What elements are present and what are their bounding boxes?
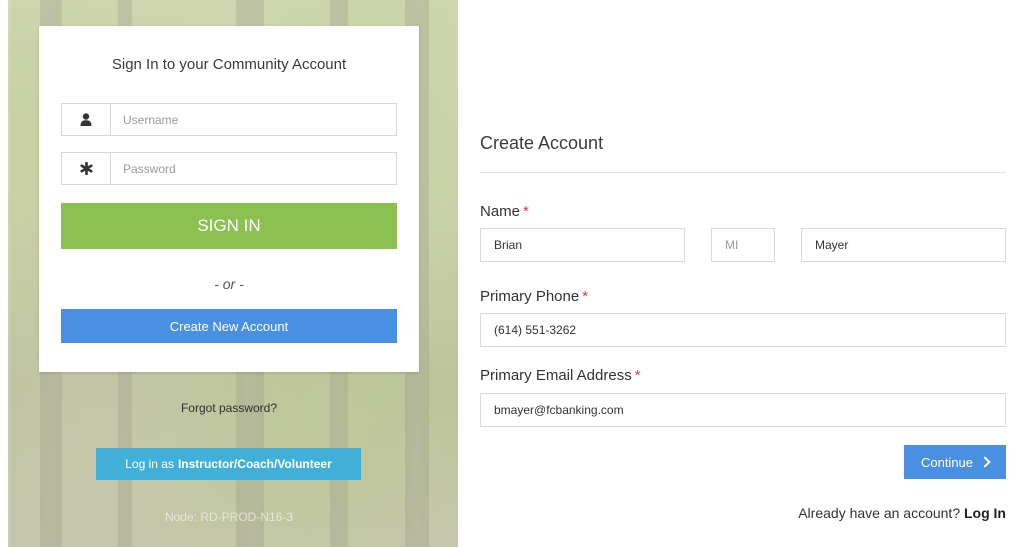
login-link[interactable]: Log In	[964, 505, 1006, 521]
phone-label-text: Primary Phone	[480, 288, 580, 305]
username-group	[61, 103, 397, 136]
username-input[interactable]	[111, 104, 396, 135]
left-edge-strip	[0, 0, 8, 547]
required-marker: *	[582, 288, 589, 305]
create-account-title: Create Account	[480, 133, 604, 153]
continue-button[interactable]: Continue	[904, 445, 1006, 479]
forgot-password-link[interactable]: Forgot password?	[39, 401, 419, 415]
instructor-login-role: Instructor/Coach/Volunteer	[177, 457, 332, 471]
required-marker: *	[634, 367, 641, 384]
signin-title: Sign In to your Community Account	[111, 56, 347, 73]
primary-phone-input[interactable]	[480, 313, 1006, 347]
node-label: Node: RD-PROD-N16-3	[164, 510, 294, 524]
or-separator: - or -	[214, 276, 244, 292]
instructor-login-button[interactable]: Log in as Instructor/Coach/Volunteer	[96, 448, 361, 480]
background-forest-panel: Sign In to your Community Account Userna…	[0, 0, 458, 547]
primary-email-input[interactable]	[480, 393, 1006, 427]
signin-card: Sign In to your Community Account Userna…	[39, 26, 419, 372]
instructor-login-prefix: Log in as	[125, 457, 174, 471]
chevron-right-icon	[979, 456, 991, 468]
user-icon	[62, 104, 111, 135]
already-text: Already have an account?	[798, 505, 961, 521]
already-have-account: Already have an account? Log In	[798, 505, 1006, 521]
continue-label: Continue	[920, 454, 974, 470]
required-marker: *	[523, 203, 529, 220]
phone-label: Primary Phone *	[480, 288, 588, 305]
email-label: Primary Email Address *	[480, 367, 641, 384]
create-new-account-button[interactable]: Create New Account	[61, 309, 397, 343]
signin-button[interactable]: SIGN IN	[61, 203, 397, 249]
name-label: Name *	[480, 203, 529, 220]
title-divider	[480, 172, 1006, 173]
last-name-input[interactable]	[801, 228, 1006, 262]
first-name-input[interactable]	[480, 228, 685, 262]
middle-initial-input[interactable]	[711, 228, 775, 262]
name-label-text: Name	[480, 203, 521, 220]
email-label-text: Primary Email Address	[480, 367, 632, 384]
password-group	[61, 152, 397, 185]
password-input[interactable]	[111, 153, 396, 184]
asterisk-icon	[62, 153, 111, 184]
